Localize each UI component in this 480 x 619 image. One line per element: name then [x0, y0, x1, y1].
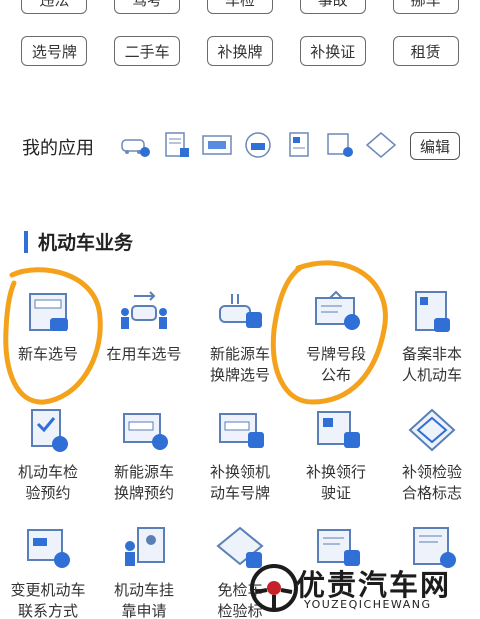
grid-label: 变更机动车 — [10, 581, 86, 599]
chip-accident[interactable]: 事故 — [299, 0, 366, 14]
change-contact-icon — [27, 529, 70, 568]
grid-label: 新能源车 — [209, 345, 270, 363]
inspection-mark-icon — [408, 408, 456, 452]
service-chips-top-cut: 违法 驾考 车检 事故 挪车 — [0, 0, 480, 14]
plate-segment-announce-icon — [315, 290, 360, 330]
chip-rental[interactable]: 租赁 — [392, 36, 459, 66]
grid-label: 公布 — [320, 366, 351, 384]
grid-label: 机动车检 — [17, 463, 78, 481]
card-icon[interactable] — [282, 130, 316, 160]
section-accent-bar — [24, 230, 28, 253]
chip-inspection[interactable]: 车检 — [206, 0, 273, 14]
replace-plate-icon — [219, 413, 264, 448]
chip-replace-license[interactable]: 补换证 — [299, 36, 366, 66]
chip-driving-test[interactable]: 驾考 — [114, 0, 181, 14]
car-blue-icon[interactable] — [118, 130, 152, 160]
inspection-reservation-icon — [31, 409, 68, 452]
grid-label: 联系方式 — [17, 602, 78, 619]
certificate-icon[interactable] — [323, 130, 357, 160]
grid-item-replace-plate[interactable]: 补换领机 动车号牌 — [192, 406, 288, 504]
grid-item-ev-plate-change[interactable]: 新能源车 换牌选号 — [192, 288, 288, 386]
grid-label: 补领检验 — [401, 463, 462, 481]
affiliation-apply-icon — [125, 527, 165, 566]
grid-label: 补换领机 — [209, 463, 270, 481]
new-plate-select-icon — [29, 293, 68, 331]
chip-select-plate[interactable]: 选号牌 — [21, 36, 88, 66]
grid-item-ev-change-reservation[interactable]: 新能源车 换牌预约 — [96, 406, 192, 504]
section-title-text: 机动车业务 — [38, 232, 134, 254]
grid-item-inspection-mark[interactable]: 补领检验 合格标志 — [384, 406, 480, 504]
replace-license-icon — [317, 411, 360, 448]
grid-item-affiliation-apply[interactable]: 机动车挂 靠申请 — [96, 524, 192, 619]
grid-item-new-plate-select[interactable]: 新车选号 — [0, 288, 96, 365]
my-apps-bar: 我的应用 编辑 — [0, 128, 480, 164]
grid-item-plate-segment[interactable]: 号牌号段 公布 — [288, 288, 384, 386]
used-car-select-icon — [121, 291, 167, 329]
grid-item-replace-license[interactable]: 补换领行 驶证 — [288, 406, 384, 504]
chip-used-car[interactable]: 二手车 — [114, 36, 181, 66]
grid-label: 人机动车 — [401, 366, 462, 384]
ev-change-reservation-icon — [123, 413, 168, 450]
grid-item-register-other[interactable]: 备案非本 人机动车 — [384, 288, 480, 386]
plate-replace-icon[interactable] — [241, 130, 275, 160]
grid-label: 在用车选号 — [106, 345, 182, 363]
watermark: 优责汽车网 YOUZEQICHEWANG — [248, 560, 480, 619]
section-vehicle-business: 机动车业务 — [24, 228, 133, 255]
grid-label: 号牌号段 — [305, 345, 366, 363]
grid-item-inspection-reservation[interactable]: 机动车检 验预约 — [0, 406, 96, 504]
grid-item-used-car-select[interactable]: 在用车选号 — [96, 288, 192, 365]
my-apps-title: 我的应用 — [22, 138, 94, 159]
steering-wheel-logo-icon — [250, 564, 298, 612]
chip-replace-plate[interactable]: 补换牌 — [206, 36, 273, 66]
register-other-owner-icon — [415, 291, 450, 332]
document-icon[interactable] — [159, 130, 193, 160]
edit-button[interactable]: 编辑 — [410, 132, 460, 160]
grid-label: 备案非本 — [401, 345, 462, 363]
grid-label: 新能源车 — [113, 463, 174, 481]
grid-label: 验预约 — [25, 484, 71, 502]
license-plate-icon[interactable] — [200, 130, 234, 160]
grid-item-change-contact[interactable]: 变更机动车 联系方式 — [0, 524, 96, 619]
grid-label: 新车选号 — [17, 345, 78, 363]
service-chips: 选号牌 二手车 补换牌 补换证 租赁 — [0, 36, 480, 66]
grid-label: 驶证 — [320, 484, 351, 502]
exempt-icon[interactable] — [364, 130, 398, 160]
ev-plate-change-icon — [219, 294, 262, 328]
grid-label: 合格标志 — [401, 484, 462, 502]
grid-label: 机动车挂 — [113, 581, 174, 599]
grid-label: 补换领行 — [305, 463, 366, 481]
grid-label: 换牌预约 — [113, 484, 174, 502]
chip-move-car[interactable]: 挪车 — [392, 0, 459, 14]
watermark-subtext: YOUZEQICHEWANG — [304, 598, 432, 611]
chip-violation[interactable]: 违法 — [21, 0, 88, 14]
grid-label: 靠申请 — [121, 602, 167, 619]
grid-label: 换牌选号 — [209, 366, 270, 384]
grid-label: 动车号牌 — [209, 484, 270, 502]
